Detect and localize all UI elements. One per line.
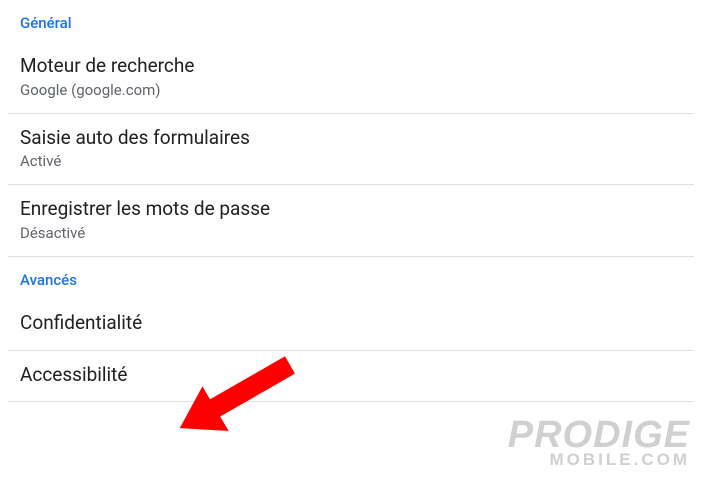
setting-subtitle: Activé: [20, 152, 682, 170]
setting-save-passwords[interactable]: Enregistrer les mots de passe Désactivé: [0, 185, 702, 256]
setting-title: Moteur de recherche: [20, 54, 682, 79]
setting-title: Enregistrer les mots de passe: [20, 197, 682, 222]
setting-autofill-forms[interactable]: Saisie auto des formulaires Activé: [0, 114, 702, 185]
setting-subtitle: Désactivé: [20, 224, 682, 242]
setting-accessibility[interactable]: Accessibilité: [0, 351, 702, 402]
watermark-brand: PRODIGE: [508, 418, 690, 452]
setting-privacy[interactable]: Confidentialité: [0, 299, 702, 350]
settings-list: Général Moteur de recherche Google (goog…: [0, 0, 702, 402]
watermark: PRODIGE MOBILE.COM: [508, 418, 690, 470]
section-header-advanced: Avancés: [0, 257, 702, 299]
divider: [8, 401, 694, 402]
setting-title: Accessibilité: [20, 363, 682, 388]
setting-search-engine[interactable]: Moteur de recherche Google (google.com): [0, 42, 702, 113]
setting-title: Saisie auto des formulaires: [20, 126, 682, 151]
watermark-domain: MOBILE.COM: [508, 450, 690, 470]
section-header-general: Général: [0, 0, 702, 42]
setting-subtitle: Google (google.com): [20, 81, 682, 99]
setting-title: Confidentialité: [20, 311, 682, 336]
